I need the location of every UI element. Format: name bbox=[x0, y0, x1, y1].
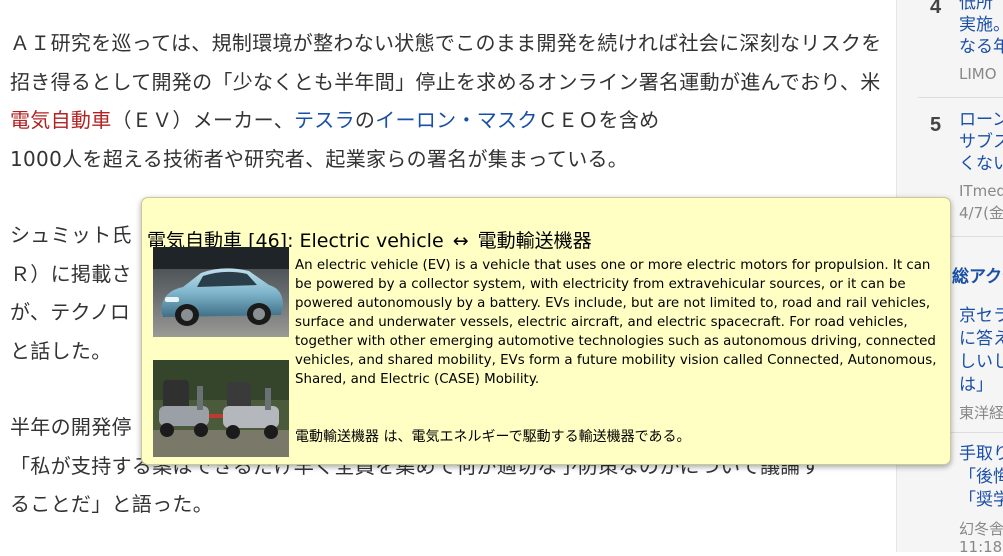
article-text: ＡＩ研究を巡っては、規制環境が整わない状態でこのまま開発を続ければ社会に深刻なリ… bbox=[10, 31, 882, 94]
popup-arrow-icon: ↔ bbox=[452, 230, 469, 252]
ranking-title-line[interactable]: 「後悔 bbox=[959, 466, 1003, 488]
popup-english-description: An electric vehicle (EV) is a vehicle th… bbox=[295, 258, 937, 387]
access-ranking-heading[interactable]: 総アクセ bbox=[952, 262, 1003, 287]
article-text: （ＥＶ）メーカー、 bbox=[111, 108, 294, 132]
ranking-title-line[interactable]: 手取り bbox=[959, 443, 1003, 465]
ranking-date: 11:18 bbox=[959, 538, 1003, 556]
ranking-title-line[interactable]: は」 bbox=[959, 374, 993, 396]
ranking-source: 幻冬舎 bbox=[959, 520, 1003, 538]
article-text: が、テクノロ bbox=[10, 300, 131, 324]
ranking-title-line[interactable]: サブス bbox=[959, 131, 1003, 153]
rank-number: 4 bbox=[930, 0, 942, 18]
dictionary-popup[interactable]: 電気自動車 [46]: Electric vehicle ↔ 電動輸送機器 An… bbox=[141, 197, 951, 465]
popup-japanese-term: 電動輸送機器 bbox=[477, 230, 592, 252]
ev-link[interactable]: 電気自動車 bbox=[10, 108, 112, 132]
rank-number: 5 bbox=[930, 114, 942, 136]
tesla-link[interactable]: テスラ bbox=[294, 108, 355, 132]
ranking-title-line[interactable]: 低所 bbox=[959, 0, 993, 14]
mobility-scooter-image[interactable] bbox=[153, 360, 289, 457]
ranking-title-line[interactable]: 京セラ bbox=[959, 305, 1003, 327]
ranking-title-line[interactable]: 実施。 bbox=[959, 14, 1003, 36]
ranking-title-line[interactable]: ローン bbox=[959, 109, 1003, 131]
article-text: の bbox=[354, 108, 376, 132]
article-paragraph-1: ＡＩ研究を巡っては、規制環境が整わない状態でこのまま開発を続ければ社会に深刻なリ… bbox=[10, 24, 890, 178]
sidebar-divider bbox=[918, 97, 1003, 98]
article-text: ＣＥＯを含め bbox=[537, 108, 660, 132]
ranking-source: 東洋経 bbox=[959, 404, 1003, 422]
electric-car-image[interactable] bbox=[153, 247, 289, 337]
ranking-title-line[interactable]: に答え bbox=[959, 328, 1003, 350]
popup-english-term: Electric vehicle bbox=[299, 230, 444, 252]
article-text: ることだ」と語った。 bbox=[10, 492, 213, 516]
ranking-source: ITmed bbox=[959, 182, 1003, 200]
article-text: と話した。 bbox=[10, 338, 112, 363]
ranking-title-line[interactable]: くない bbox=[959, 153, 1003, 175]
article-text: Ｒ）に掲載さ bbox=[10, 261, 132, 286]
ranking-title-line[interactable]: しいし bbox=[959, 351, 1003, 373]
ranking-title-line[interactable]: なる年 bbox=[959, 36, 1003, 58]
article-text: シュミット氏 bbox=[10, 223, 132, 247]
article-text: 半年の開発停 bbox=[10, 415, 132, 439]
popup-japanese-description: 電動輸送機器 は、電気エネルギーで駆動する輸送機器である。 bbox=[295, 429, 691, 445]
ranking-source: LIMO bbox=[959, 65, 997, 83]
ranking-title-line[interactable]: 「奨学 bbox=[959, 489, 1003, 511]
ranking-date: 4/7(金 bbox=[959, 204, 1003, 222]
article-text: 1000人を超える技術者や研究者、起業家らの署名が集まっている。 bbox=[10, 146, 629, 171]
musk-link[interactable]: イーロン・マスク bbox=[375, 108, 537, 132]
